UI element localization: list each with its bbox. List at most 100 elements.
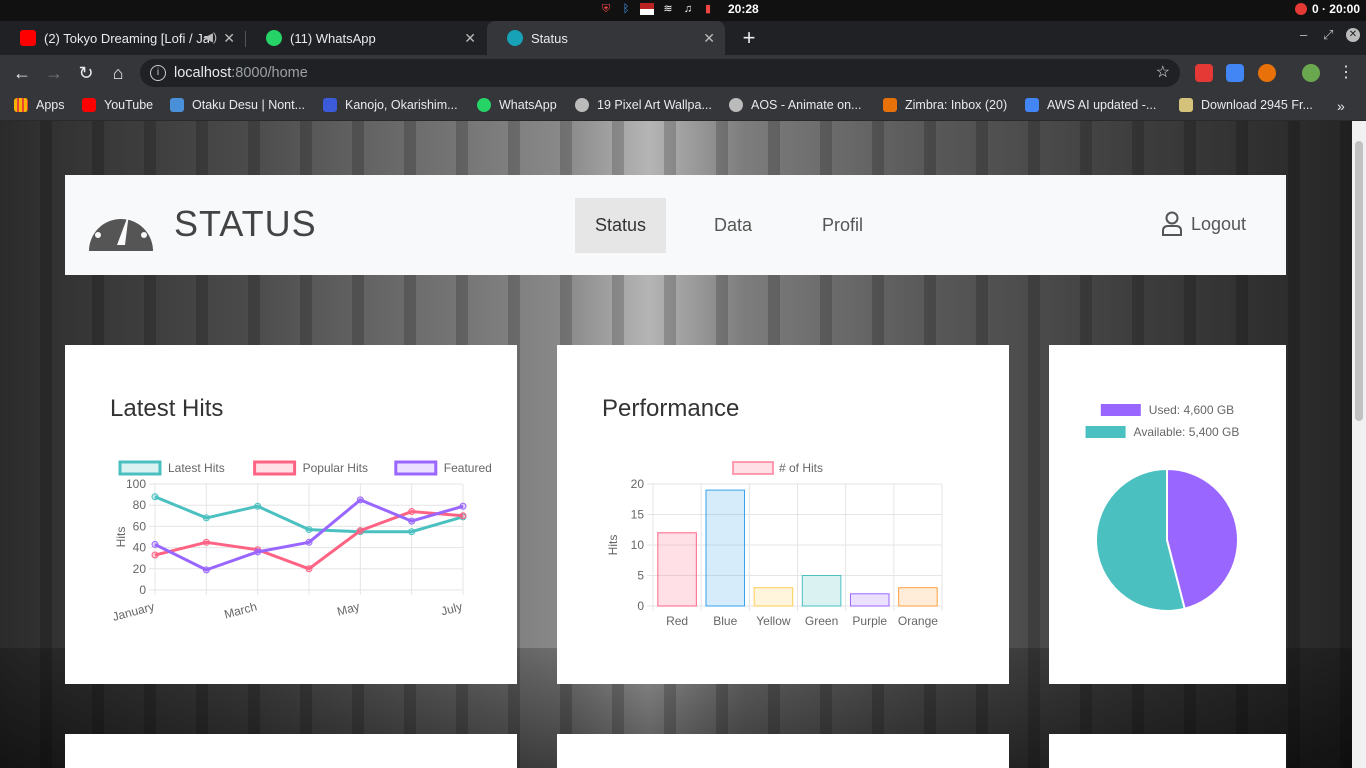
logout-button[interactable]: Logout bbox=[1161, 211, 1246, 237]
card-performance: Performance # of Hits 0 5 10 15 20 Hits Red Blue… bbox=[557, 345, 1009, 684]
close-icon[interactable]: ✕ bbox=[464, 30, 476, 47]
bookmark-otaku[interactable]: Otaku Desu | Nont... bbox=[170, 98, 305, 112]
bookmark-youtube[interactable]: YouTube bbox=[82, 98, 153, 112]
brand-title[interactable]: STATUS bbox=[174, 203, 317, 245]
page-icon bbox=[170, 98, 184, 112]
browser-toolbar: ← → ↻ ⌂ i localhost:8000/home ☆ ⋮ bbox=[0, 55, 1366, 91]
bar bbox=[705, 489, 746, 607]
bar bbox=[849, 593, 890, 607]
battery-icon[interactable]: ▮ bbox=[702, 3, 714, 15]
bookmark-label: AWS AI updated -... bbox=[1047, 98, 1157, 112]
x-tick-label: January bbox=[111, 599, 156, 624]
data-point bbox=[305, 538, 313, 546]
bookmark-aws[interactable]: AWS AI updated -... bbox=[1025, 98, 1156, 112]
docs-icon bbox=[1025, 98, 1039, 112]
maximize-icon[interactable]: ⤢ bbox=[1323, 27, 1333, 43]
status-favicon-icon bbox=[507, 30, 523, 46]
x-tick-label: Blue bbox=[713, 614, 737, 628]
tab-youtube[interactable]: (2) Tokyo Dreaming [Lofi / Ja ◀) ✕ bbox=[0, 21, 245, 55]
url-path: :8000/home bbox=[231, 65, 308, 81]
bar bbox=[898, 587, 938, 607]
legend-swatch bbox=[1100, 404, 1141, 416]
legend-swatch bbox=[732, 461, 774, 475]
bookmark-aos[interactable]: AOS - Animate on... bbox=[729, 98, 861, 112]
data-point bbox=[408, 528, 416, 536]
more-bookmarks-icon[interactable]: » bbox=[1337, 98, 1345, 114]
y-tick-label: 20 bbox=[133, 562, 147, 576]
profile-avatar[interactable] bbox=[1302, 64, 1320, 82]
legend-item: Used: 4,600 GB bbox=[1100, 403, 1234, 417]
y-axis-label: Hits bbox=[606, 535, 620, 556]
bluetooth-icon[interactable]: ᛒ bbox=[620, 3, 632, 15]
bookmark-zimbra[interactable]: Zimbra: Inbox (20) bbox=[883, 98, 1007, 112]
bookmark-apps[interactable]: Apps bbox=[14, 98, 65, 112]
card-lower-1 bbox=[65, 734, 517, 768]
nav-status[interactable]: Status bbox=[575, 198, 667, 253]
y-tick-label: 20 bbox=[631, 477, 645, 491]
legend-item: Featured bbox=[394, 460, 492, 476]
page-scrollbar[interactable] bbox=[1352, 121, 1366, 768]
y-tick-label: 0 bbox=[637, 599, 644, 613]
system-status[interactable]: 0 · 20:00 bbox=[1294, 2, 1360, 16]
bookmark-download[interactable]: Download 2945 Fr... bbox=[1179, 98, 1313, 112]
nav-profil[interactable]: Profil bbox=[802, 198, 883, 253]
wifi-icon[interactable]: ≋ bbox=[662, 3, 674, 15]
tab-title: (2) Tokyo Dreaming [Lofi / Ja bbox=[44, 30, 209, 46]
new-tab-button[interactable]: + bbox=[737, 25, 761, 51]
clock[interactable]: 20:28 bbox=[728, 2, 759, 16]
card-title: Performance bbox=[602, 395, 740, 422]
close-icon[interactable]: ✕ bbox=[703, 30, 715, 47]
bookmark-kanojo[interactable]: Kanojo, Okarishim... bbox=[323, 98, 458, 112]
legend-item: Latest Hits bbox=[118, 460, 225, 476]
bookmark-whatsapp[interactable]: WhatsApp bbox=[477, 98, 557, 112]
url-host: localhost bbox=[174, 65, 232, 81]
address-bar[interactable]: i localhost:8000/home ☆ bbox=[140, 59, 1180, 87]
globe-icon bbox=[575, 98, 589, 112]
scrollbar-thumb[interactable] bbox=[1355, 141, 1363, 421]
home-icon[interactable]: ⌂ bbox=[106, 61, 130, 85]
ublock-icon[interactable] bbox=[1195, 64, 1213, 82]
reload-icon[interactable]: ↻ bbox=[74, 61, 98, 85]
legend-label: Used: 4,600 GB bbox=[1149, 403, 1234, 417]
bookmark-label: Download 2945 Fr... bbox=[1201, 98, 1313, 112]
legend-item: Popular Hits bbox=[253, 460, 368, 476]
menu-icon[interactable]: ⋮ bbox=[1334, 61, 1358, 85]
bookmark-star-icon[interactable]: ☆ bbox=[1156, 59, 1170, 87]
globe-icon bbox=[729, 98, 743, 112]
bar bbox=[801, 575, 842, 607]
legend-swatch bbox=[118, 460, 162, 476]
back-icon[interactable]: ← bbox=[10, 61, 34, 85]
forward-icon[interactable]: → bbox=[42, 61, 66, 85]
nav-data[interactable]: Data bbox=[694, 198, 772, 253]
close-icon[interactable]: ✕ bbox=[223, 30, 235, 47]
close-window-icon[interactable]: ✕ bbox=[1346, 28, 1360, 42]
tab-status[interactable]: Status ✕ bbox=[487, 21, 725, 55]
image-icon bbox=[1179, 98, 1193, 112]
bookmarks-bar: Apps YouTube Otaku Desu | Nont... Kanojo… bbox=[0, 91, 1366, 121]
minimize-icon[interactable]: – bbox=[1300, 27, 1307, 42]
speaker-icon[interactable]: ◀) bbox=[204, 30, 217, 44]
music-icon[interactable]: ♫ bbox=[682, 3, 694, 15]
bookmark-pixel-art[interactable]: 19 Pixel Art Wallpa... bbox=[575, 98, 712, 112]
data-point bbox=[356, 527, 364, 535]
info-icon[interactable]: i bbox=[150, 65, 166, 81]
speedometer-icon[interactable] bbox=[85, 195, 157, 253]
y-tick-label: 60 bbox=[133, 519, 147, 533]
x-tick-label: Purple bbox=[852, 614, 887, 628]
data-point bbox=[459, 502, 467, 510]
data-point bbox=[202, 514, 210, 522]
shield-icon[interactable]: ⛨ bbox=[600, 3, 612, 15]
logout-label: Logout bbox=[1190, 213, 1246, 234]
youtube-icon bbox=[82, 98, 96, 112]
flag-icon[interactable] bbox=[640, 3, 654, 15]
extension-icon[interactable] bbox=[1258, 64, 1276, 82]
card-lower-3 bbox=[1049, 734, 1286, 768]
kc-icon bbox=[323, 98, 337, 112]
zimbra-icon bbox=[883, 98, 897, 112]
tab-whatsapp[interactable]: (11) WhatsApp ✕ bbox=[246, 21, 486, 55]
data-point bbox=[254, 502, 262, 510]
bookmark-label: Apps bbox=[36, 98, 65, 112]
translate-icon[interactable] bbox=[1226, 64, 1244, 82]
legend-label: Featured bbox=[444, 461, 492, 475]
legend-swatch bbox=[253, 460, 297, 476]
